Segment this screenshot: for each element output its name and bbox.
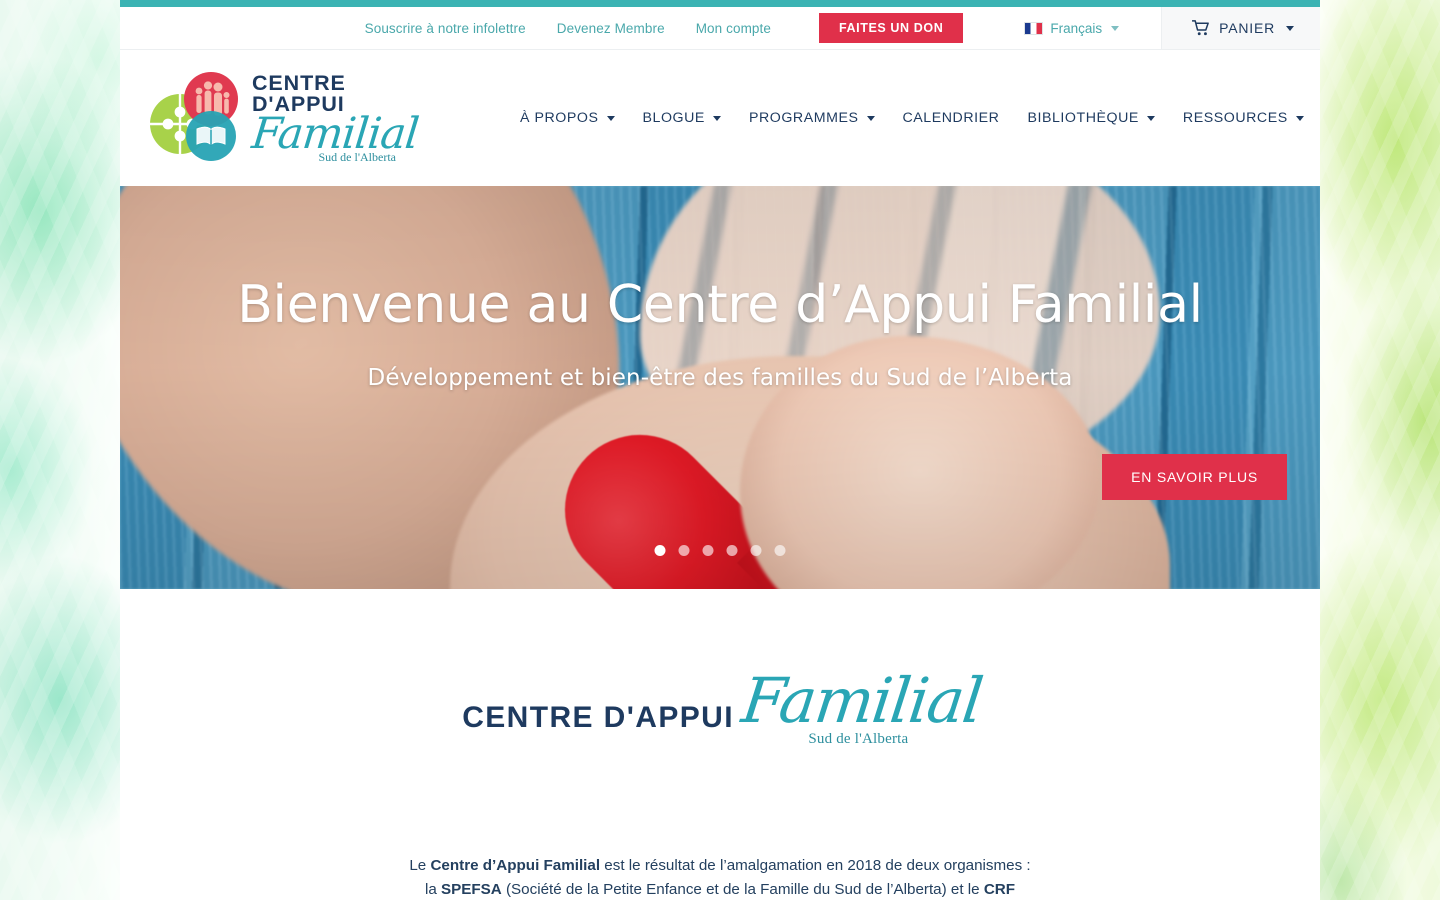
intro-bold-1: Centre d’Appui Familial [430, 856, 601, 874]
nav-ressources[interactable]: RESSOURCES [1169, 110, 1318, 126]
chevron-down-icon [1295, 115, 1304, 121]
nav-calendrier[interactable]: CALENDRIER [889, 110, 1014, 126]
intro-brand-logo: CENTRE D'APPUI Familial Sud de l'Alberta [462, 664, 986, 748]
intro-bold-3: CRF [983, 881, 1016, 899]
slider-dot-1[interactable] [654, 545, 666, 556]
slider-dot-2[interactable] [678, 545, 690, 556]
top-links-group: Souscrire à notre infolettre Devenez Mem… [365, 7, 1138, 49]
book-circle-teal [186, 111, 236, 161]
hero-slider: Bienvenue au Centre d’Appui Familial Dév… [120, 186, 1320, 589]
intro-bold-2: SPEFSA [441, 881, 502, 899]
intro-section: CENTRE D'APPUI Familial Sud de l'Alberta… [120, 589, 1320, 900]
become-member-link[interactable]: Devenez Membre [557, 21, 665, 36]
nav-bibliotheque[interactable]: BIBLIOTHÈQUE [1013, 110, 1168, 126]
top-utility-bar: Souscrire à notre infolettre Devenez Mem… [120, 7, 1320, 50]
slider-dot-5[interactable] [750, 545, 762, 556]
language-label: Français [1050, 20, 1103, 36]
site-header: CENTRE D'APPUI Familial Sud de l'Alberta… [120, 50, 1320, 186]
intro-text-3: (Société de la Petite Enfance et de la F… [501, 881, 984, 899]
intro-brand-script: Familial [737, 664, 986, 737]
top-accent-strip [120, 0, 1320, 7]
nav-programmes[interactable]: PROGRAMMES [735, 110, 889, 126]
nav-label: BLOGUE [642, 110, 705, 126]
nav-label: À PROPOS [519, 110, 599, 126]
main-navigation: À PROPOS BLOGUE PROGRAMMES CALENDRIER BI… [506, 110, 1320, 127]
nav-a-propos[interactable]: À PROPOS [506, 110, 629, 126]
nav-blogue[interactable]: BLOGUE [629, 110, 735, 126]
cart-icon [1192, 20, 1209, 36]
logo-wordmark: CENTRE D'APPUI Familial Sud de l'Alberta [249, 71, 421, 166]
intro-text-1: Le [409, 856, 431, 874]
slider-dot-3[interactable] [702, 545, 714, 556]
intro-brand-right: Familial Sud de l'Alberta [738, 664, 986, 748]
chevron-down-icon [712, 115, 721, 121]
newsletter-link[interactable]: Souscrire à notre infolettre [365, 21, 526, 36]
flag-fr-icon [1024, 21, 1044, 35]
language-switcher[interactable]: Français [1024, 21, 1123, 36]
intro-brand-left: CENTRE D'APPUI [462, 701, 734, 734]
cart-menu[interactable]: PANIER [1161, 7, 1320, 49]
slider-dot-6[interactable] [774, 545, 786, 556]
hero-content: Bienvenue au Centre d’Appui Familial Dév… [120, 186, 1320, 589]
hero-title: Bienvenue au Centre d’Appui Familial [237, 275, 1203, 335]
my-account-link[interactable]: Mon compte [696, 21, 771, 36]
nav-label: CALENDRIER [902, 110, 1000, 126]
chevron-down-icon [1146, 115, 1155, 121]
slider-dot-4[interactable] [726, 545, 738, 556]
nav-label: RESSOURCES [1182, 110, 1288, 126]
chevron-down-icon [1111, 25, 1120, 31]
nav-contact[interactable]: CONTACT [1318, 110, 1320, 126]
chevron-down-icon [606, 115, 615, 121]
cart-label: PANIER [1219, 20, 1275, 36]
logo-line-2: Familial [249, 108, 421, 159]
chevron-down-icon [866, 115, 875, 121]
hero-subtitle: Développement et bien-être des familles … [367, 365, 1073, 392]
hero-cta-button[interactable]: EN SAVOIR PLUS [1102, 454, 1287, 500]
nav-label: PROGRAMMES [748, 110, 859, 126]
donate-button[interactable]: FAITES UN DON [819, 13, 964, 43]
site-logo[interactable]: CENTRE D'APPUI Familial Sud de l'Alberta [148, 68, 421, 168]
slider-pagination [654, 545, 786, 556]
site-container: Souscrire à notre infolettre Devenez Mem… [120, 0, 1320, 900]
logo-mark [148, 68, 250, 168]
nav-label: BIBLIOTHÈQUE [1027, 110, 1139, 126]
chevron-down-icon [1286, 25, 1294, 31]
intro-paragraph: Le Centre d’Appui Familial est le résult… [408, 854, 1033, 900]
